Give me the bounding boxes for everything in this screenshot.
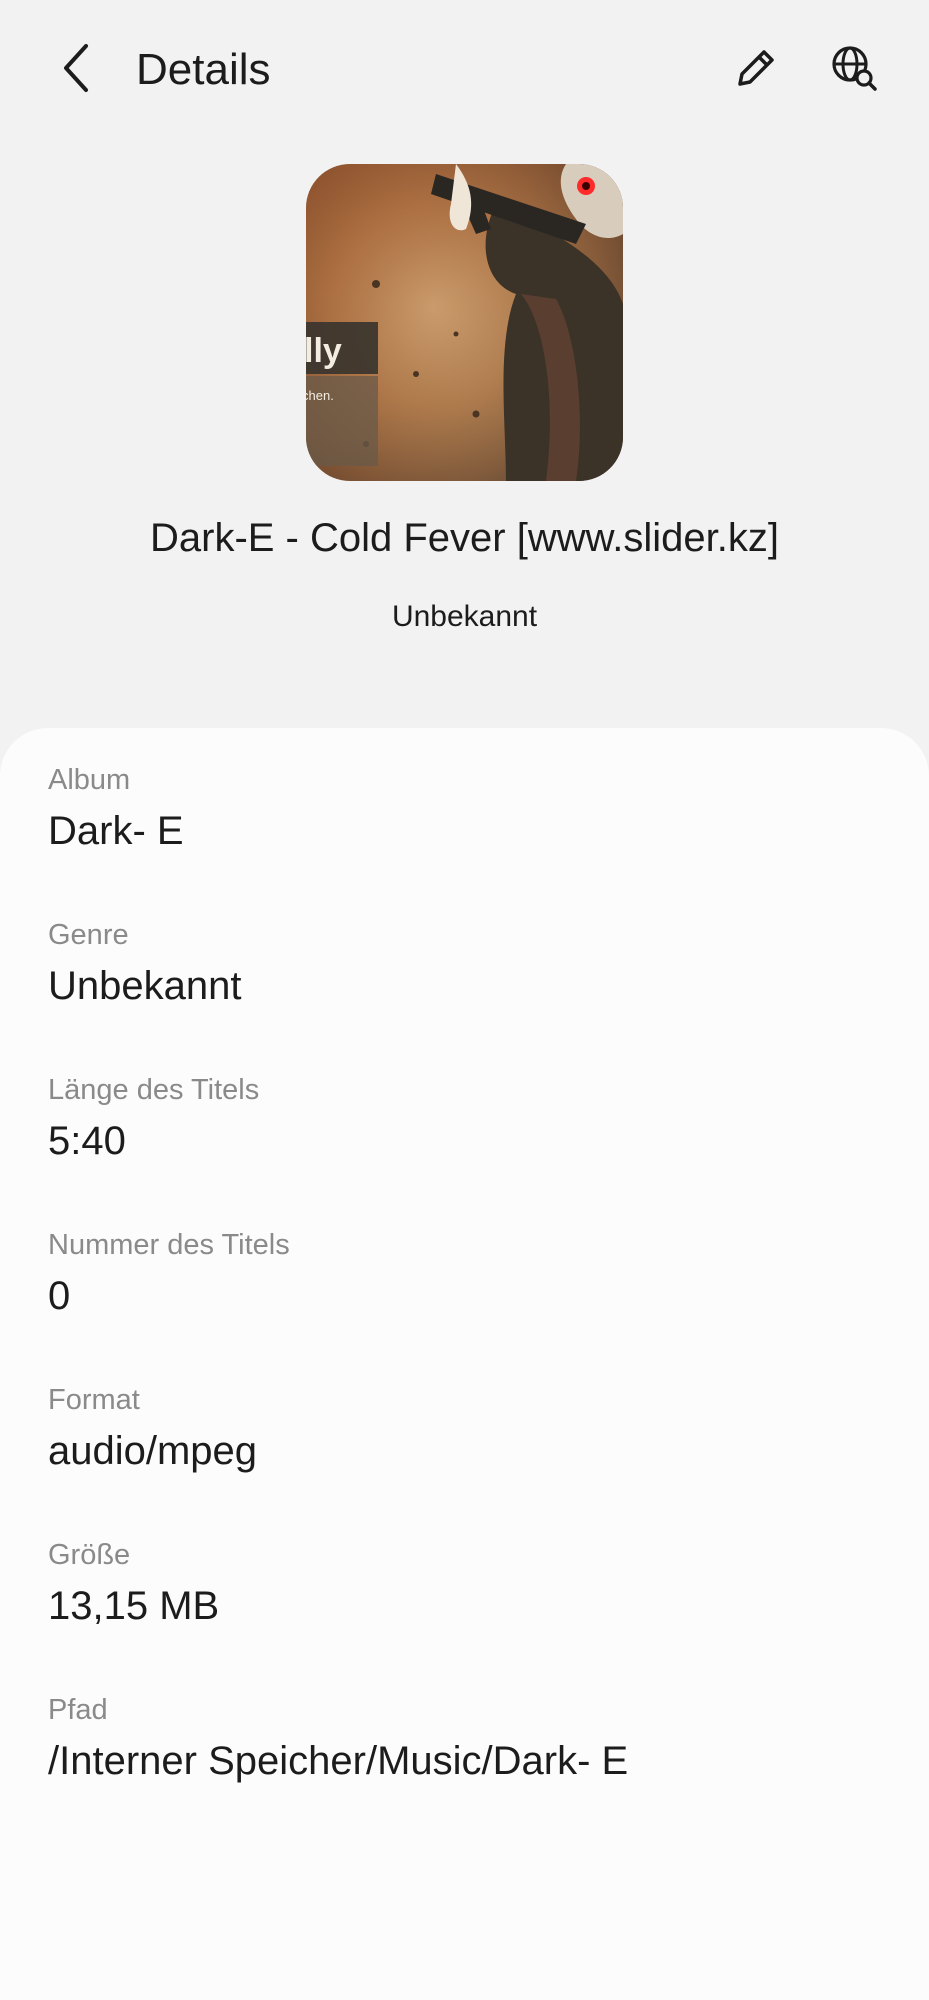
detail-label: Nummer des Titels [48,1229,290,1261]
chevron-left-icon [64,44,88,92]
detail-value: Dark- E [48,809,184,853]
detail-format: Format audio/mpeg [48,1380,888,1478]
edit-button[interactable] [724,36,788,100]
detail-label: Pfad [48,1694,108,1726]
detail-label: Format [48,1384,140,1416]
song-title: Dark-E - Cold Fever [www.slider.kz] [149,516,780,560]
globe-search-icon [832,46,877,91]
pencil-icon [738,50,774,86]
detail-value[interactable]: /Interner Speicher/Music/Dark- E [48,1734,888,1788]
detail-label: Größe [48,1539,131,1571]
details-card: Album Dark- E Genre Unbekannt Länge des … [0,728,929,2000]
detail-path: Pfad /Interner Speicher/Music/Dark- E [48,1690,888,1788]
album-cover-image: lly chen. [306,164,623,481]
app-header: Details [0,0,929,140]
detail-value: 0 [48,1274,71,1318]
album-art-text-small: chen. [306,388,334,403]
detail-label: Länge des Titels [48,1074,260,1106]
detail-genre: Genre Unbekannt [48,915,888,1013]
back-button[interactable] [44,36,108,100]
detail-size: Größe 13,15 MB [48,1535,888,1633]
detail-label: Genre [48,919,129,951]
detail-value: 5:40 [48,1119,126,1163]
page-title: Details [136,45,271,94]
song-artist: Unbekannt [391,600,538,633]
detail-value: 13,15 MB [48,1584,220,1628]
album-art-text-large: lly [306,332,342,370]
web-search-button[interactable] [822,36,886,100]
detail-value: audio/mpeg [48,1429,258,1473]
detail-album: Album Dark- E [48,760,888,858]
detail-label: Album [48,764,131,796]
detail-value: Unbekannt [48,964,242,1008]
album-art: lly chen. [306,164,623,481]
detail-track-number: Nummer des Titels 0 [48,1225,888,1323]
detail-track-length: Länge des Titels 5:40 [48,1070,888,1168]
